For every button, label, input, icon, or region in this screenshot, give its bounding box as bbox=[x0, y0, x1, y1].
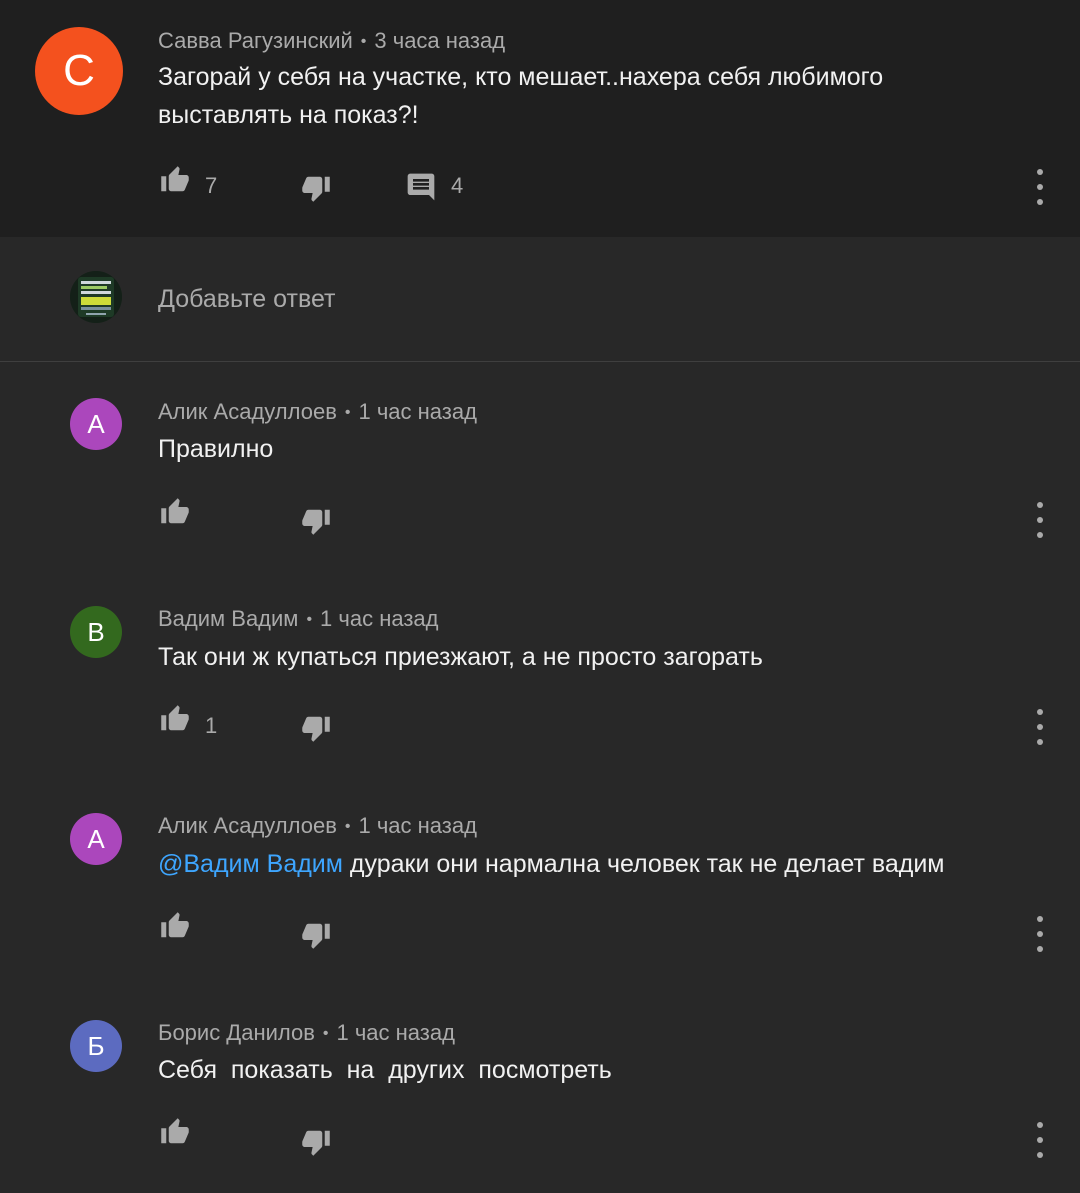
comments-thread: С Савва Рагузинский • 3 часа назад Загорай… bbox=[0, 0, 1080, 1193]
dislike-icon[interactable] bbox=[299, 506, 333, 536]
comment-meta: Алик Асадуллоев • 1 час назад bbox=[158, 813, 477, 839]
comment-text: Себя показать на других посмотреть bbox=[158, 1056, 612, 1084]
like-icon[interactable] bbox=[158, 1117, 192, 1147]
like-count: 7 bbox=[205, 173, 218, 198]
more-options-icon[interactable] bbox=[1028, 502, 1052, 538]
comment-meta: Савва Рагузинский • 3 часа назад bbox=[158, 28, 505, 54]
comment-time[interactable]: 1 час назад bbox=[359, 813, 477, 838]
reply-comment-icon[interactable] bbox=[404, 171, 438, 203]
comment-time[interactable]: 1 час назад bbox=[337, 1020, 455, 1045]
avatar-letter: Б bbox=[87, 1030, 105, 1061]
avatar[interactable]: А bbox=[70, 813, 122, 865]
more-options-icon[interactable] bbox=[1028, 916, 1052, 952]
avatar[interactable]: С bbox=[35, 27, 123, 115]
dislike-icon[interactable] bbox=[299, 1127, 333, 1157]
avatar-letter: С bbox=[63, 46, 95, 95]
comment-text: Так они ж купаться приезжают, а не прост… bbox=[158, 643, 763, 671]
comment-author[interactable]: Алик Асадуллоев bbox=[158, 813, 337, 838]
comment-meta: Алик Асадуллоев • 1 час назад bbox=[158, 399, 477, 425]
add-reply-box[interactable]: Добавьте ответ bbox=[0, 237, 1080, 362]
more-options-icon[interactable] bbox=[1028, 1122, 1052, 1158]
comment-author[interactable]: Вадим Вадим bbox=[158, 606, 298, 631]
comment-time[interactable]: 3 часа назад bbox=[374, 28, 505, 53]
comment-author[interactable]: Борис Данилов bbox=[158, 1020, 315, 1045]
like-icon[interactable] bbox=[158, 704, 192, 734]
separator-dot: • bbox=[360, 33, 367, 50]
like-icon[interactable] bbox=[158, 165, 192, 195]
comment-author[interactable]: Алик Асадуллоев bbox=[158, 399, 337, 424]
comment-time[interactable]: 1 час назад bbox=[359, 399, 477, 424]
dislike-icon[interactable] bbox=[299, 713, 333, 743]
avatar[interactable]: А bbox=[70, 398, 122, 450]
comment-text-line: Загорай у себя на участке, кто мешает..н… bbox=[158, 63, 884, 91]
user-avatar[interactable] bbox=[70, 271, 122, 323]
like-icon[interactable] bbox=[158, 497, 192, 527]
avatar-letter: А bbox=[87, 823, 105, 854]
comment-author[interactable]: Савва Рагузинский bbox=[158, 28, 353, 53]
dislike-icon[interactable] bbox=[299, 920, 333, 950]
more-options-icon[interactable] bbox=[1028, 169, 1052, 205]
reply-input-placeholder[interactable]: Добавьте ответ bbox=[158, 285, 335, 314]
mention-link[interactable]: @Вадим Вадим bbox=[158, 850, 343, 878]
comment-text: @Вадим Вадим дураки они нармална человек… bbox=[158, 845, 945, 883]
like-count: 1 bbox=[205, 713, 218, 738]
comment-text: Правилно bbox=[158, 435, 274, 463]
parent-comment: С Савва Рагузинский • 3 часа назад Загорай… bbox=[0, 0, 1080, 237]
comment-text: Загорай у себя на участке, кто мешает..н… bbox=[158, 58, 883, 134]
avatar[interactable]: Б bbox=[70, 1020, 122, 1072]
avatar[interactable]: В bbox=[70, 606, 122, 658]
separator-dot: • bbox=[344, 818, 351, 835]
comment-text-line: выставлять на показ?! bbox=[158, 101, 419, 129]
avatar-letter: В bbox=[87, 616, 105, 647]
separator-dot: • bbox=[306, 611, 313, 628]
separator-dot: • bbox=[322, 1025, 329, 1042]
avatar-letter: А bbox=[87, 408, 105, 439]
comment-meta: Вадим Вадим • 1 час назад bbox=[158, 606, 439, 632]
comment-meta: Борис Данилов • 1 час назад bbox=[158, 1020, 455, 1046]
comment-time[interactable]: 1 час назад bbox=[320, 606, 438, 631]
like-icon[interactable] bbox=[158, 911, 192, 941]
comment-text-body: дураки они нармална человек так не делае… bbox=[349, 850, 945, 878]
reply-count: 4 bbox=[451, 173, 464, 198]
separator-dot: • bbox=[344, 404, 351, 421]
dislike-icon[interactable] bbox=[299, 173, 333, 203]
more-options-icon[interactable] bbox=[1028, 709, 1052, 745]
